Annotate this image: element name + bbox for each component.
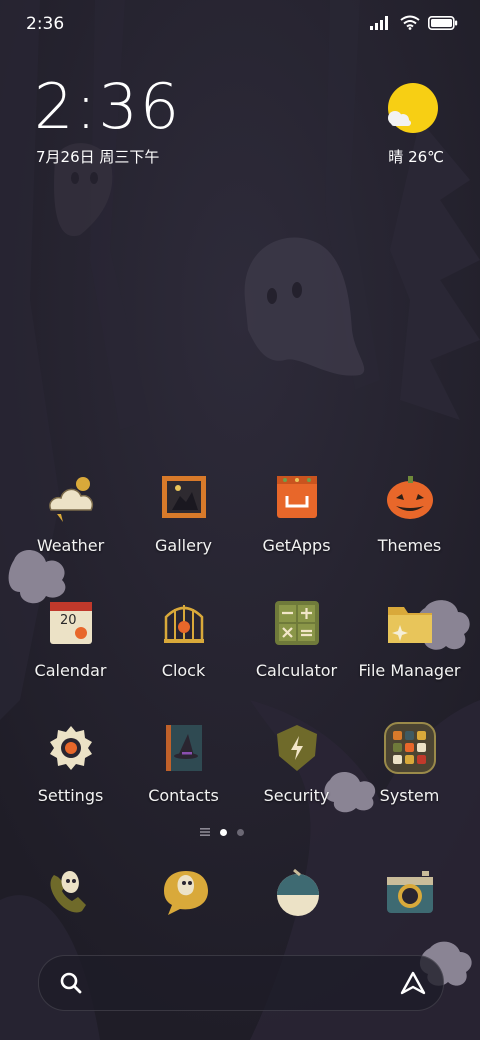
status-time: 2:36 xyxy=(26,14,65,34)
app-label: Gallery xyxy=(155,536,212,555)
app-getapps[interactable]: GetApps xyxy=(240,470,353,555)
assistant-icon[interactable] xyxy=(399,970,427,996)
messages-icon[interactable] xyxy=(158,865,214,921)
page-dot xyxy=(237,828,244,836)
weather-reading: 晴 26℃ xyxy=(388,146,444,167)
status-icons xyxy=(370,15,458,30)
browser-icon[interactable] xyxy=(270,865,326,921)
gear-icon xyxy=(49,726,92,770)
app-gallery[interactable]: Gallery xyxy=(127,470,240,555)
app-label: Calculator xyxy=(255,661,338,680)
sunny-cloud-icon xyxy=(388,83,438,133)
birdcage-icon xyxy=(163,605,204,643)
app-label: File Manager xyxy=(358,661,461,680)
calendar-day-number: 20 xyxy=(60,613,77,628)
app-label: Weather xyxy=(36,536,105,555)
page-indicator[interactable] xyxy=(200,828,244,836)
picture-frame-icon xyxy=(161,476,206,518)
clock-widget-time[interactable]: 2:36 xyxy=(34,76,181,138)
app-label: Settings xyxy=(37,786,104,805)
app-calendar[interactable]: 20 Calendar xyxy=(14,595,127,680)
app-label: Contacts xyxy=(148,786,219,805)
book-witch-hat-icon xyxy=(165,725,202,771)
app-weather[interactable]: Weather xyxy=(14,470,127,555)
app-themes[interactable]: Themes xyxy=(353,470,466,555)
app-calculator[interactable]: Calculator xyxy=(240,595,353,680)
weather-temperature: 26℃ xyxy=(408,148,444,166)
app-label: Security xyxy=(263,786,330,805)
search-bar[interactable] xyxy=(38,955,444,1011)
shield-icon xyxy=(276,725,317,771)
weather-cloud-icon xyxy=(48,477,93,522)
app-contacts[interactable]: Contacts xyxy=(127,720,240,805)
app-system-folder[interactable]: System xyxy=(353,720,466,805)
folder-icon xyxy=(387,607,432,643)
weather-widget[interactable] xyxy=(376,82,446,142)
weather-condition: 晴 xyxy=(388,148,404,166)
app-clock[interactable]: Clock xyxy=(127,595,240,680)
app-settings[interactable]: Settings xyxy=(14,720,127,805)
camera-icon[interactable] xyxy=(382,865,438,921)
app-label: System xyxy=(379,786,440,805)
battery-icon xyxy=(428,15,458,30)
phone-icon[interactable] xyxy=(42,865,98,921)
shopping-bag-icon xyxy=(276,476,317,518)
app-label: Themes xyxy=(377,536,442,555)
pumpkin-icon xyxy=(386,476,433,519)
app-label: Clock xyxy=(161,661,206,680)
app-file-manager[interactable]: File Manager xyxy=(353,595,466,680)
folder-grid-icon xyxy=(383,722,436,774)
status-bar: 2:36 xyxy=(0,0,480,50)
page-dot-active xyxy=(220,828,227,836)
search-icon xyxy=(60,972,82,994)
app-label: Calendar xyxy=(34,661,107,680)
clock-widget-date: 7月26日 周三下午 xyxy=(36,148,160,166)
menu-lines-icon xyxy=(200,828,210,836)
calculator-icon xyxy=(274,601,319,645)
wifi-icon xyxy=(400,15,420,30)
signal-icon xyxy=(370,15,388,30)
app-security[interactable]: Security xyxy=(240,720,353,805)
app-label: GetApps xyxy=(262,536,331,555)
